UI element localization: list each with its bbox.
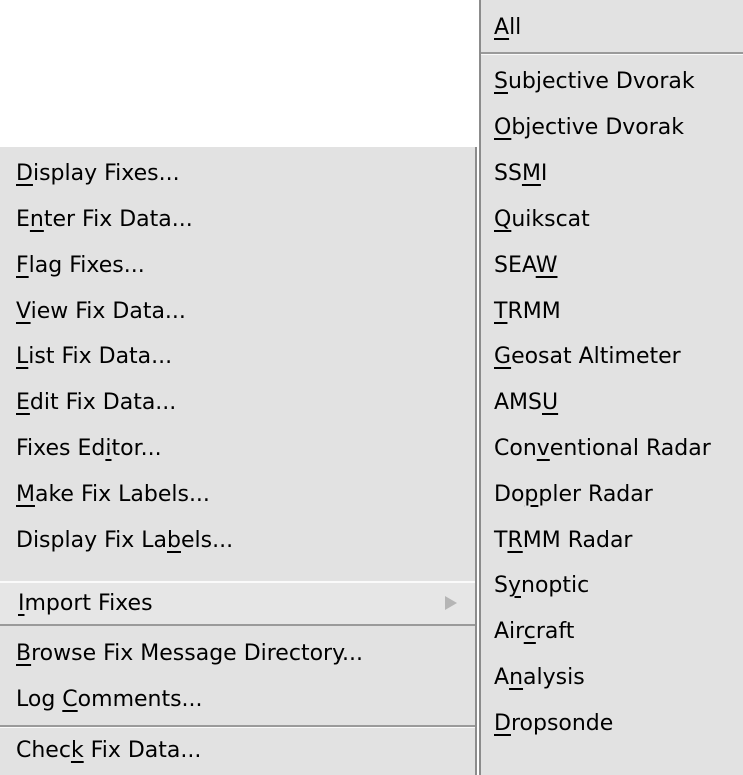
menu-item-list-fix-data[interactable]: List Fix Data... bbox=[0, 334, 475, 379]
menu-item-edit-fix-data[interactable]: Edit Fix Data... bbox=[0, 380, 475, 425]
submenu-item-seaw[interactable]: SEAW bbox=[481, 243, 743, 288]
menu-item-browse-fix-message-directory[interactable]: Browse Fix Message Directory... bbox=[0, 631, 475, 676]
submenu-item-conventional-radar[interactable]: Conventional Radar bbox=[481, 426, 743, 471]
submenu-item-objective-dvorak[interactable]: Objective Dvorak bbox=[481, 105, 743, 150]
submenu-item-dropsonde[interactable]: Dropsonde bbox=[481, 701, 743, 746]
submenu-item-amsu[interactable]: AMSU bbox=[481, 380, 743, 425]
submenu-separator bbox=[481, 52, 743, 55]
submenu-item-trmm[interactable]: TRMM bbox=[481, 289, 743, 334]
fix-menu: Display Fixes... Enter Fix Data... Flag … bbox=[0, 147, 477, 775]
submenu-item-subjective-dvorak[interactable]: Subjective Dvorak bbox=[481, 59, 743, 104]
submenu-arrow-icon bbox=[445, 596, 457, 610]
menu-item-view-fix-data[interactable]: View Fix Data... bbox=[0, 289, 475, 334]
submenu-item-trmm-radar[interactable]: TRMM Radar bbox=[481, 518, 743, 563]
menu-item-display-fix-labels[interactable]: Display Fix Labels... bbox=[0, 518, 475, 563]
submenu-item-geosat-altimeter[interactable]: Geosat Altimeter bbox=[481, 334, 743, 379]
submenu-item-quikscat[interactable]: Quikscat bbox=[481, 197, 743, 242]
menu-item-import-fixes[interactable]: Import Fixes bbox=[0, 581, 475, 626]
submenu-item-ssmi[interactable]: SSMI bbox=[481, 151, 743, 196]
menu-item-fixes-editor[interactable]: Fixes Editor... bbox=[0, 426, 475, 471]
import-fixes-submenu: All Subjective Dvorak Objective Dvorak S… bbox=[479, 0, 743, 775]
submenu-item-doppler-radar[interactable]: Doppler Radar bbox=[481, 472, 743, 517]
submenu-item-analysis[interactable]: Analysis bbox=[481, 655, 743, 700]
menu-item-check-fix-data[interactable]: Check Fix Data... bbox=[0, 728, 475, 773]
menu-item-display-fixes[interactable]: Display Fixes... bbox=[0, 151, 475, 196]
menu-item-make-fix-labels[interactable]: Make Fix Labels... bbox=[0, 472, 475, 517]
menu-item-enter-fix-data[interactable]: Enter Fix Data... bbox=[0, 197, 475, 242]
submenu-item-synoptic[interactable]: Synoptic bbox=[481, 563, 743, 608]
submenu-item-aircraft[interactable]: Aircraft bbox=[481, 609, 743, 654]
menu-item-flag-fixes[interactable]: Flag Fixes... bbox=[0, 243, 475, 288]
menu-item-log-comments[interactable]: Log Comments... bbox=[0, 677, 475, 722]
submenu-item-all[interactable]: All bbox=[481, 5, 743, 50]
